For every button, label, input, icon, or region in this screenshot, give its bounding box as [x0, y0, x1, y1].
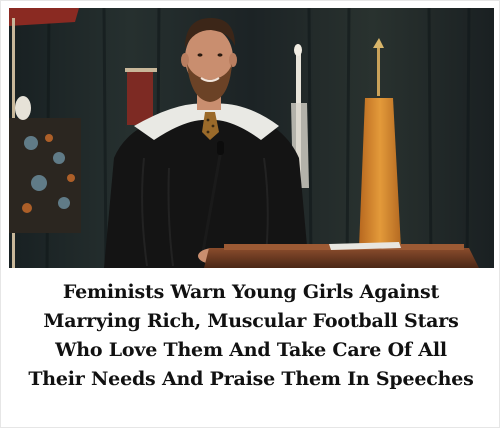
headline-line: Feminists Warn Young Girls Against	[62, 281, 440, 303]
microphone	[217, 141, 224, 155]
commencement-photo	[9, 8, 494, 268]
podium	[204, 248, 479, 268]
headline-line: Their Needs And Praise Them In Speeches	[28, 368, 474, 390]
meme-headline: Feminists Warn Young Girls Against Marry…	[11, 278, 491, 394]
meme-card: Feminists Warn Young Girls Against Marry…	[0, 0, 500, 428]
headline-line: Marrying Rich, Muscular Football Stars	[43, 310, 459, 332]
small-red-flag	[127, 70, 153, 125]
headline-line: Who Love Them And Take Care Of All	[55, 339, 447, 361]
